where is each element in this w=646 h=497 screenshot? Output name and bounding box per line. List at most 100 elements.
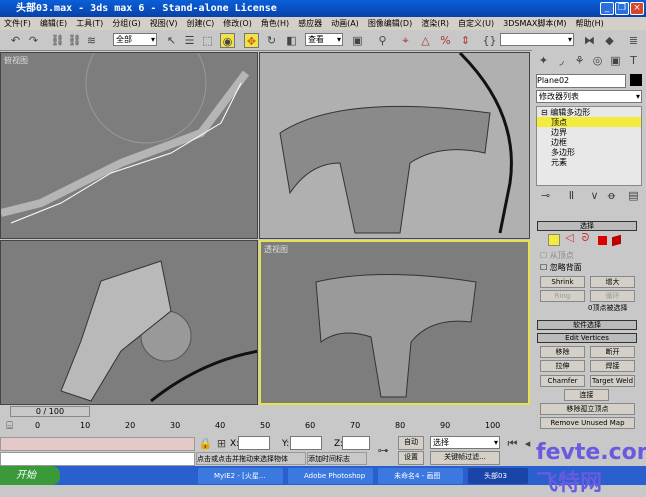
create-tab-icon[interactable]: ✦ bbox=[536, 53, 551, 68]
element-mode-icon[interactable] bbox=[612, 234, 621, 247]
menu-item[interactable]: 视图(V) bbox=[150, 17, 178, 30]
select-by-name-icon[interactable]: ☰ bbox=[182, 33, 197, 48]
taskbar-item[interactable]: Adobe Photoshop bbox=[288, 468, 373, 484]
window-crossing-icon[interactable]: ◉ bbox=[220, 33, 235, 48]
curve-editor-icon[interactable]: ⌸ bbox=[2, 418, 17, 433]
menu-item[interactable]: 创建(C) bbox=[186, 17, 214, 30]
viewport-top[interactable]: 俯视图 bbox=[0, 52, 258, 239]
viewport-perspective[interactable]: 透视图 bbox=[259, 240, 530, 405]
menu-item[interactable]: 帮助(H) bbox=[575, 17, 603, 30]
menu-item[interactable]: 3DSMAX脚本(M) bbox=[503, 17, 566, 30]
pin-stack-icon[interactable]: ⊸ bbox=[538, 188, 553, 203]
menu-item[interactable]: 感应器 bbox=[298, 17, 322, 30]
modifier-list-dropdown[interactable]: 修改器列表 bbox=[536, 90, 642, 103]
track-bar[interactable]: ⌸ 0 10 20 30 40 50 60 70 80 90 100 bbox=[0, 418, 530, 435]
remove-modifier-icon[interactable]: ꝋ bbox=[604, 188, 619, 203]
named-selection-icon[interactable]: {} bbox=[482, 33, 497, 48]
named-selection-dropdown[interactable] bbox=[500, 33, 574, 46]
viewport-label[interactable]: 透视图 bbox=[264, 244, 288, 255]
motion-tab-icon[interactable]: ◎ bbox=[590, 53, 605, 68]
remove-isolated-button[interactable]: 移除孤立顶点 bbox=[540, 403, 635, 415]
spinner-snap-icon[interactable]: ⇕ bbox=[458, 33, 473, 48]
x-coordinate-input[interactable] bbox=[238, 436, 270, 450]
polygon-mode-icon[interactable] bbox=[598, 236, 607, 245]
z-coordinate-input[interactable] bbox=[342, 436, 370, 450]
minimize-button[interactable]: _ bbox=[600, 2, 614, 15]
close-button[interactable]: × bbox=[630, 2, 644, 15]
selection-filter-dropdown[interactable]: 全部 bbox=[113, 33, 157, 46]
hierarchy-tab-icon[interactable]: ⚘ bbox=[572, 53, 587, 68]
mirror-icon[interactable]: ⧓ bbox=[582, 33, 597, 48]
display-tab-icon[interactable]: ▣ bbox=[608, 53, 623, 68]
chamfer-button[interactable]: Chamfer bbox=[540, 375, 585, 387]
prev-frame-icon[interactable]: ◂ bbox=[520, 436, 535, 451]
utilities-tab-icon[interactable]: T bbox=[626, 53, 641, 68]
menu-item[interactable]: 分组(G) bbox=[112, 17, 140, 30]
ring-button[interactable]: Ring bbox=[540, 290, 585, 302]
menu-item[interactable]: 动画(A) bbox=[331, 17, 359, 30]
menu-item[interactable]: 自定义(U) bbox=[458, 17, 494, 30]
pivot-icon[interactable]: ▣ bbox=[350, 33, 365, 48]
modify-tab-icon[interactable]: ◞ bbox=[554, 53, 569, 68]
maxscript-listener[interactable] bbox=[0, 437, 195, 451]
stack-item-element[interactable]: 元素 bbox=[537, 157, 641, 167]
break-button[interactable]: 断开 bbox=[590, 346, 635, 358]
unlink-icon[interactable]: ⛓ bbox=[67, 33, 82, 48]
taskbar-item[interactable]: MyIE2 - [火星... bbox=[198, 468, 283, 484]
restore-button[interactable]: ❐ bbox=[615, 2, 629, 15]
undo-icon[interactable]: ↶ bbox=[8, 33, 23, 48]
modifier-stack[interactable]: ⊟ 编辑多边形 顶点 边界 边框 多边形 元素 bbox=[536, 106, 642, 186]
taskbar-item[interactable]: 未命名4 - 画图 bbox=[378, 468, 463, 484]
auto-key-button[interactable]: 自动 bbox=[398, 436, 424, 450]
object-color-swatch[interactable] bbox=[630, 74, 642, 86]
viewport-front[interactable] bbox=[259, 52, 530, 239]
remove-button[interactable]: 移除 bbox=[540, 346, 585, 358]
grow-button[interactable]: 增大 bbox=[590, 276, 635, 288]
extrude-button[interactable]: 拉伸 bbox=[540, 360, 585, 372]
menu-item[interactable]: 修改(O) bbox=[223, 17, 252, 30]
y-coordinate-input[interactable] bbox=[290, 436, 322, 450]
menu-item[interactable]: 图像编辑(D) bbox=[368, 17, 412, 30]
edge-mode-icon[interactable]: ◁ bbox=[562, 230, 577, 245]
go-to-start-icon[interactable]: ⏮ bbox=[505, 436, 520, 451]
lock-icon[interactable]: 🔒 bbox=[198, 436, 213, 451]
align-icon[interactable]: ◆ bbox=[602, 33, 617, 48]
border-mode-icon[interactable]: ᘐ bbox=[578, 230, 593, 245]
time-slider[interactable]: 0 / 100 bbox=[0, 405, 530, 418]
key-mode-dropdown[interactable]: 选择 bbox=[430, 436, 500, 449]
weld-button[interactable]: 焊接 bbox=[590, 360, 635, 372]
remove-unused-map-verts-button[interactable]: Remove Unused Map Verts bbox=[540, 417, 635, 429]
viewport-left[interactable] bbox=[0, 240, 258, 405]
redo-icon[interactable]: ↷ bbox=[26, 33, 41, 48]
rotate-icon[interactable]: ↻ bbox=[264, 33, 279, 48]
target-weld-button[interactable]: Target Weld bbox=[590, 375, 635, 387]
start-button[interactable]: 开始 bbox=[0, 466, 60, 485]
bind-spacewarp-icon[interactable]: ≋ bbox=[84, 33, 99, 48]
rect-region-icon[interactable]: ⬚ bbox=[200, 33, 215, 48]
set-key-button[interactable]: 设置 bbox=[398, 451, 424, 465]
angle-snap-icon[interactable]: △ bbox=[418, 33, 433, 48]
show-end-result-icon[interactable]: Ⅱ bbox=[564, 188, 579, 203]
stack-item-edge[interactable]: 边框 bbox=[537, 137, 641, 147]
menu-item[interactable]: 角色(H) bbox=[261, 17, 289, 30]
time-slider-thumb[interactable]: 0 / 100 bbox=[10, 406, 90, 417]
move-icon[interactable]: ✥ bbox=[244, 33, 259, 48]
add-time-tag[interactable]: 添加时间标志 bbox=[307, 452, 367, 465]
loop-button[interactable]: 循环 bbox=[590, 290, 635, 302]
menu-item[interactable]: 渲染(R) bbox=[421, 17, 449, 30]
reference-coord-dropdown[interactable]: 查看 bbox=[305, 33, 343, 46]
select-icon[interactable]: ↖ bbox=[164, 33, 179, 48]
taskbar-item-active[interactable]: 头部03 bbox=[468, 468, 528, 484]
shrink-button[interactable]: Shrink bbox=[540, 276, 585, 288]
layers-icon[interactable]: ≣ bbox=[626, 33, 641, 48]
connect-button[interactable]: 连接 bbox=[564, 389, 609, 401]
ignore-backfacing-checkbox[interactable]: ☐ 忽略背面 bbox=[540, 262, 582, 273]
link-icon[interactable]: ⛓ bbox=[50, 33, 65, 48]
configure-sets-icon[interactable]: ▤ bbox=[626, 188, 641, 203]
menu-item[interactable]: 工具(T) bbox=[76, 17, 103, 30]
soft-selection-rollout[interactable]: 软件选择 bbox=[537, 320, 637, 330]
vertex-mode-icon[interactable] bbox=[548, 234, 560, 246]
snap-icon[interactable]: ⌖ bbox=[398, 33, 413, 48]
stack-item[interactable]: ⊟ 编辑多边形 bbox=[537, 107, 641, 117]
by-vertex-checkbox[interactable]: ☐ 从顶点 bbox=[540, 250, 574, 261]
